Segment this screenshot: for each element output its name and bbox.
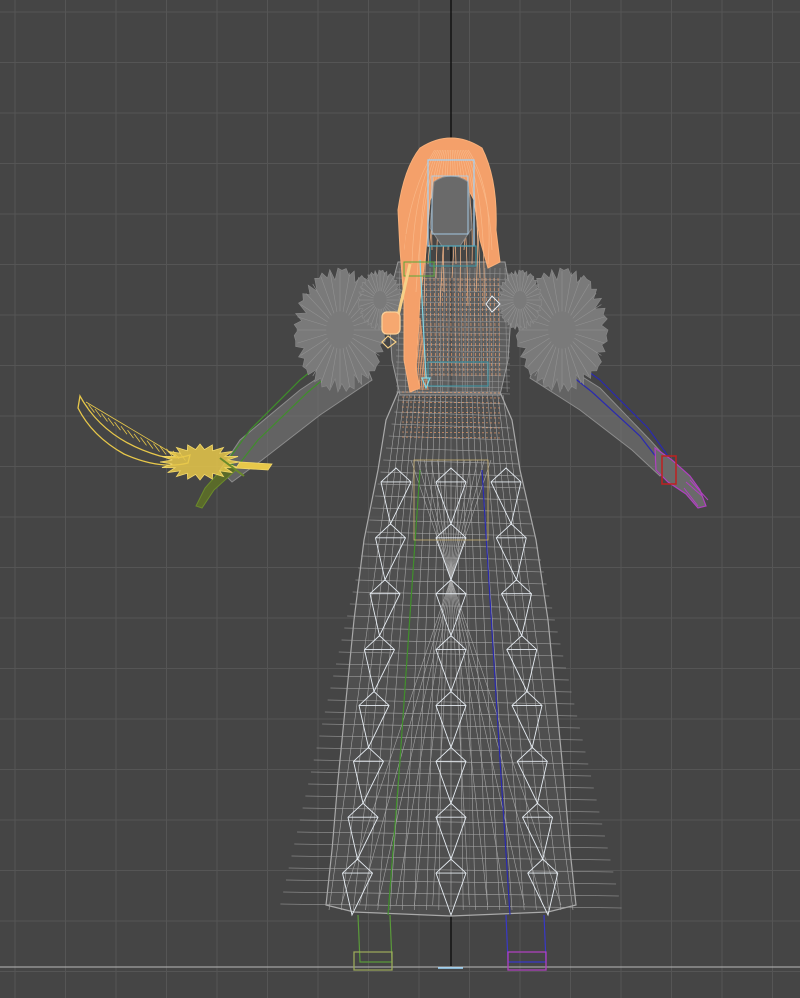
sword-blade-line — [146, 440, 154, 449]
ornament-bead — [381, 311, 401, 335]
sword-blade-line — [107, 417, 115, 427]
3d-viewport-front-wireframe[interactable] — [0, 0, 800, 998]
sword-blade-line — [140, 437, 147, 446]
right-leg-bone — [505, 914, 547, 963]
sword-blade-edge — [85, 401, 181, 459]
face-outline — [429, 175, 473, 247]
sword-blade-line — [127, 429, 134, 439]
left-leg-bone — [357, 914, 393, 963]
viewport-canvas[interactable] — [0, 0, 800, 998]
sword-blade-line — [120, 425, 128, 435]
sword-blade-line — [133, 433, 141, 443]
sword-blade-line — [81, 399, 89, 409]
sword-blade-line — [114, 421, 121, 431]
